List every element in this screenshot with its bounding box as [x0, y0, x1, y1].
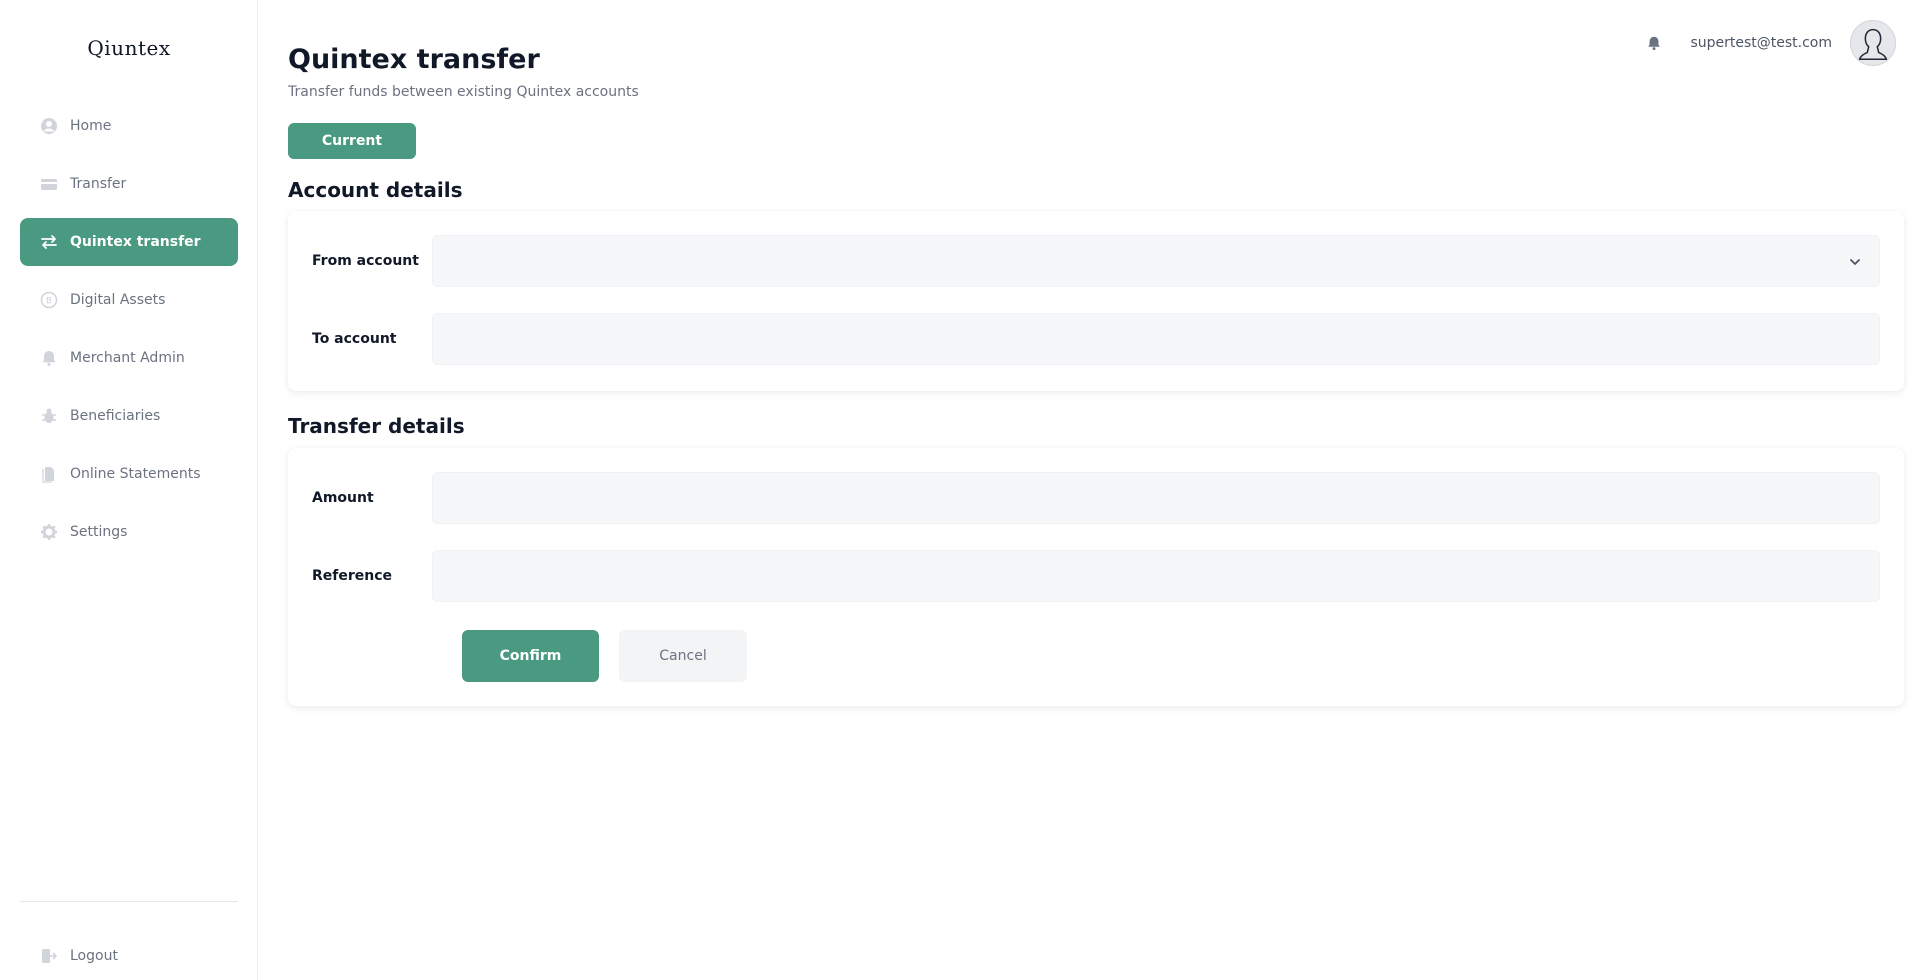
account-details-title: Account details	[288, 178, 463, 202]
sidebar-item-transfer[interactable]: Transfer	[20, 160, 238, 208]
current-button[interactable]: Current	[288, 123, 416, 159]
from-account-row: From account	[312, 235, 1880, 287]
amount-label: Amount	[312, 490, 374, 506]
card-icon	[40, 175, 58, 193]
page-subtitle: Transfer funds between existing Quintex …	[288, 84, 639, 100]
sidebar-item-label: Digital Assets	[70, 292, 166, 308]
sidebar-item-online-statements[interactable]: Online Statements	[20, 450, 238, 498]
amount-row: Amount	[312, 472, 1880, 524]
cancel-button[interactable]: Cancel	[619, 630, 747, 682]
to-account-field	[432, 313, 1880, 365]
reference-field	[432, 550, 1880, 602]
document-icon	[40, 465, 58, 483]
user-header: supertest@test.com	[1644, 20, 1896, 66]
logout-button[interactable]: Logout	[20, 932, 238, 980]
notification-bell-icon[interactable]	[1644, 33, 1664, 53]
logout-label: Logout	[70, 948, 118, 964]
to-account-input[interactable]	[451, 331, 1861, 347]
sidebar-item-label: Online Statements	[70, 466, 201, 482]
reference-input[interactable]	[451, 568, 1861, 584]
page-title: Quintex transfer	[288, 44, 540, 75]
reference-label: Reference	[312, 568, 393, 584]
sidebar-item-label: Quintex transfer	[70, 234, 201, 250]
logout-icon	[40, 947, 58, 965]
svg-text:B: B	[46, 297, 52, 307]
user-circle-icon	[40, 117, 58, 135]
chevron-down-icon	[1845, 252, 1865, 272]
from-account-label: From account	[312, 253, 419, 269]
sidebar-item-quintex-transfer[interactable]: Quintex transfer	[20, 218, 238, 266]
sidebar: Qiuntex Home Transfer Quintex transfer B…	[0, 0, 258, 980]
bell-icon	[40, 349, 58, 367]
amount-input[interactable]	[451, 490, 1861, 506]
sidebar-item-label: Beneficiaries	[70, 408, 161, 424]
sidebar-item-label: Merchant Admin	[70, 350, 185, 366]
sidebar-item-home[interactable]: Home	[20, 102, 238, 150]
sidebar-item-digital-assets[interactable]: B Digital Assets	[20, 276, 238, 324]
from-account-select[interactable]	[432, 235, 1880, 287]
sidebar-item-beneficiaries[interactable]: Beneficiaries	[20, 392, 238, 440]
app-logo[interactable]: Qiuntex	[0, 36, 258, 60]
amount-field	[432, 472, 1880, 524]
sidebar-item-label: Transfer	[70, 176, 127, 192]
avatar[interactable]	[1850, 20, 1896, 66]
user-email: supertest@test.com	[1690, 35, 1832, 51]
coin-icon: B	[40, 291, 58, 309]
transfer-details-title: Transfer details	[288, 414, 465, 438]
sidebar-divider	[20, 901, 238, 902]
reference-row: Reference	[312, 550, 1880, 602]
account-details-card: From account To account	[288, 211, 1904, 391]
confirm-button[interactable]: Confirm	[462, 630, 599, 682]
sidebar-item-merchant-admin[interactable]: Merchant Admin	[20, 334, 238, 382]
gear-icon	[40, 523, 58, 541]
transfer-details-card: Amount Reference Confirm Cancel	[288, 448, 1904, 706]
sidebar-nav: Home Transfer Quintex transfer B Digital…	[20, 102, 238, 566]
sidebar-item-label: Settings	[70, 524, 128, 540]
to-account-label: To account	[312, 331, 397, 347]
sidebar-item-settings[interactable]: Settings	[20, 508, 238, 556]
bug-icon	[40, 407, 58, 425]
swap-arrows-icon	[40, 233, 58, 251]
sidebar-item-label: Home	[70, 118, 112, 134]
to-account-row: To account	[312, 313, 1880, 365]
